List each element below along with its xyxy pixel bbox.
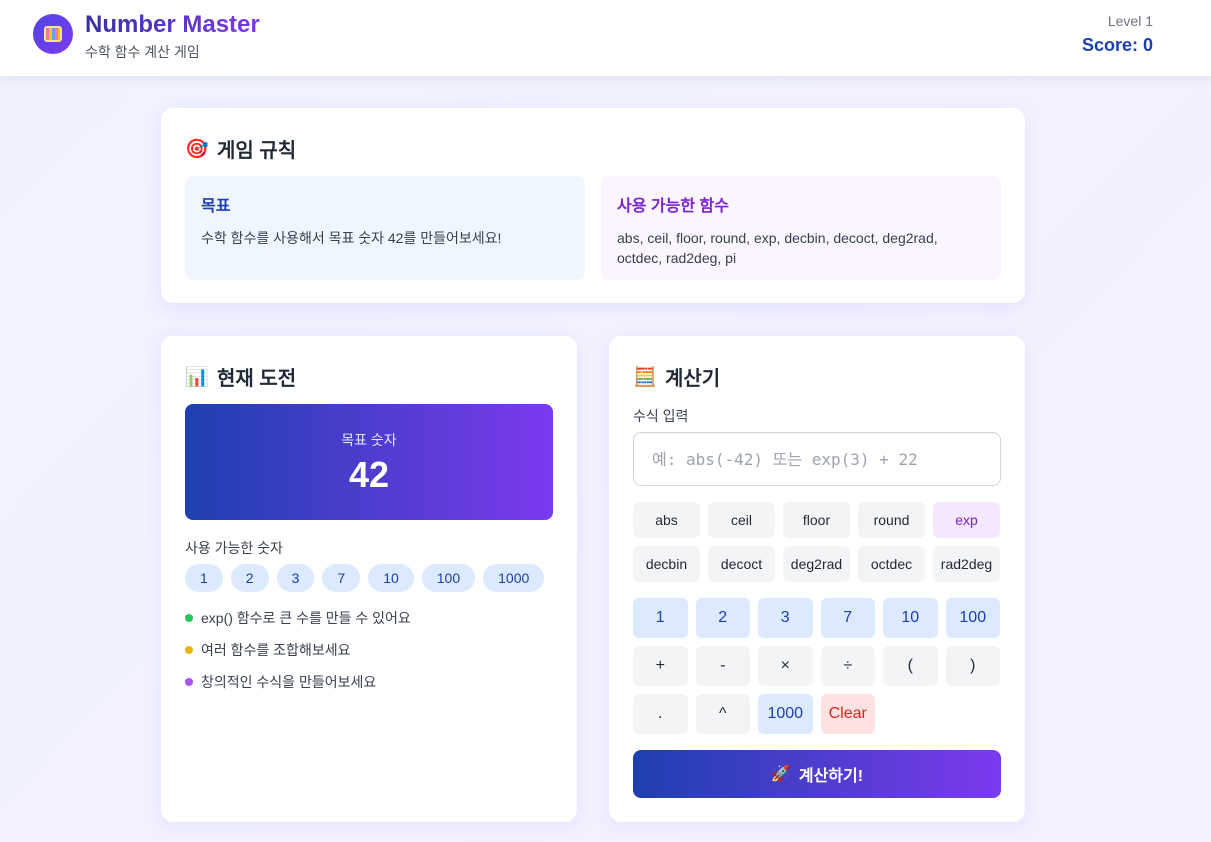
clear-button[interactable]: Clear xyxy=(820,694,875,734)
calculate-button-label: 계산하기! xyxy=(798,768,864,785)
number-chip: 2 xyxy=(230,564,269,592)
app-subtitle: 수학 함수 계산 게임 xyxy=(85,44,200,60)
number-key[interactable]: 7 xyxy=(820,598,875,638)
operator-key[interactable]: - xyxy=(695,646,750,686)
goal-text: 수학 함수를 사용해서 목표 숫자 42를 만들어보세요! xyxy=(201,230,502,246)
number-key[interactable]: 2 xyxy=(695,598,750,638)
function-buttons: abs ceil floor round exp decbin decoct deg2rad o… xyxy=(633,502,1001,582)
tips-list: exp() 함수로 큰 수를 만들 수 있어요여러 함수를 조합해보세요창의적인… xyxy=(185,608,411,704)
bar-chart-icon: 📊 xyxy=(185,366,209,388)
target-number-box: 목표 숫자 42 xyxy=(185,404,553,520)
number-key[interactable]: 1000 xyxy=(758,694,813,734)
functions-title: 사용 가능한 함수 xyxy=(617,198,729,215)
bullet-dot-icon xyxy=(185,614,193,622)
calculator-title: 🧮 계산기 xyxy=(633,362,720,391)
keypad: 1 2 3 7 10 100 + - × ÷(). ^ 1000 Clear xyxy=(633,598,1001,734)
operator-key[interactable]: ) xyxy=(945,646,1000,686)
goal-box: 목표 수학 함수를 사용해서 목표 숫자 42를 만들어보세요! xyxy=(185,176,585,280)
expression-input[interactable] xyxy=(633,432,1001,486)
function-button-ceil[interactable]: ceil xyxy=(708,502,775,538)
target-value: 42 xyxy=(348,454,390,495)
tip-text: exp() 함수로 큰 수를 만들 수 있어요 xyxy=(201,610,411,626)
app-header: Number Master 수학 함수 계산 게임 Level 1 Score:… xyxy=(0,0,1211,76)
number-chip: 10 xyxy=(368,564,414,592)
number-chip: 1000 xyxy=(483,564,545,592)
operator-key[interactable]: ÷ xyxy=(820,646,875,686)
goal-title: 목표 xyxy=(201,198,231,215)
number-chip: 3 xyxy=(276,564,315,592)
app-title: Number Master xyxy=(85,11,260,38)
expression-input-label: 수식 입력 xyxy=(633,408,689,424)
function-button-floor[interactable]: floor xyxy=(783,502,850,538)
operator-key[interactable]: ^ xyxy=(695,694,750,734)
rules-title-text: 게임 규칙 xyxy=(217,140,297,162)
available-numbers-list: 1 2 3 7 10 100 1000 xyxy=(185,564,545,592)
bullet-dot-icon xyxy=(185,646,193,654)
tip-item: exp() 함수로 큰 수를 만들 수 있어요 xyxy=(185,608,411,628)
level-indicator: Level 1 xyxy=(1107,13,1153,29)
functions-box: 사용 가능한 함수 abs, ceil, floor, round, exp, … xyxy=(601,176,1001,280)
functions-text: abs, ceil, floor, round, exp, decbin, de… xyxy=(617,230,938,266)
rules-card: 🎯 게임 규칙 목표 수학 함수를 사용해서 목표 숫자 42를 만들어보세요!… xyxy=(161,108,1025,303)
function-button-decbin[interactable]: decbin xyxy=(633,546,700,582)
rules-title: 🎯 게임 규칙 xyxy=(185,134,296,163)
number-chip: 7 xyxy=(322,564,361,592)
calculate-button[interactable]: 🚀 계산하기! xyxy=(633,750,1001,798)
abacus-icon: 🧮 xyxy=(633,366,657,388)
function-button-round[interactable]: round xyxy=(858,502,925,538)
function-button-deg2rad[interactable]: deg2rad xyxy=(783,546,850,582)
target-label: 목표 숫자 xyxy=(341,432,397,448)
number-key[interactable]: 100 xyxy=(945,598,1000,638)
target-icon: 🎯 xyxy=(185,138,209,160)
operator-key[interactable]: ( xyxy=(883,646,938,686)
available-numbers-label: 사용 가능한 숫자 xyxy=(185,540,283,556)
number-chip: 1 xyxy=(185,564,223,592)
calculator-title-text: 계산기 xyxy=(665,368,721,390)
abacus-logo-icon xyxy=(33,14,73,54)
bullet-dot-icon xyxy=(185,678,193,686)
operator-key[interactable]: . xyxy=(633,694,688,734)
calculator-card: 🧮 계산기 수식 입력 absceilfloorroundexpdecbinde… xyxy=(609,336,1025,822)
function-button-rad2deg[interactable]: rad2deg xyxy=(933,546,1000,582)
function-button-exp[interactable]: exp xyxy=(933,502,1000,538)
number-chip: 100 xyxy=(421,564,476,592)
function-button-octdec[interactable]: octdec xyxy=(858,546,925,582)
function-button-abs[interactable]: abs xyxy=(633,502,700,538)
number-key[interactable]: 3 xyxy=(758,598,813,638)
challenge-card: 📊 현재 도전 목표 숫자 42 사용 가능한 숫자 1 2 3 7 10 100 1000… xyxy=(161,336,577,822)
rocket-icon: 🚀 xyxy=(770,766,791,783)
operator-key[interactable]: + xyxy=(633,646,688,686)
score-display: Score: 0 xyxy=(1081,35,1153,55)
tip-item: 창의적인 수식을 만들어보세요 xyxy=(185,672,411,692)
challenge-title-text: 현재 도전 xyxy=(217,368,297,390)
challenge-title: 📊 현재 도전 xyxy=(185,362,296,391)
number-key[interactable]: 10 xyxy=(883,598,938,638)
tip-text: 여러 함수를 조합해보세요 xyxy=(201,642,351,658)
tip-item: 여러 함수를 조합해보세요 xyxy=(185,640,411,660)
operator-key[interactable]: × xyxy=(758,646,813,686)
function-button-decoct[interactable]: decoct xyxy=(708,546,775,582)
tip-text: 창의적인 수식을 만들어보세요 xyxy=(201,674,377,690)
number-key[interactable]: 1 xyxy=(633,598,688,638)
